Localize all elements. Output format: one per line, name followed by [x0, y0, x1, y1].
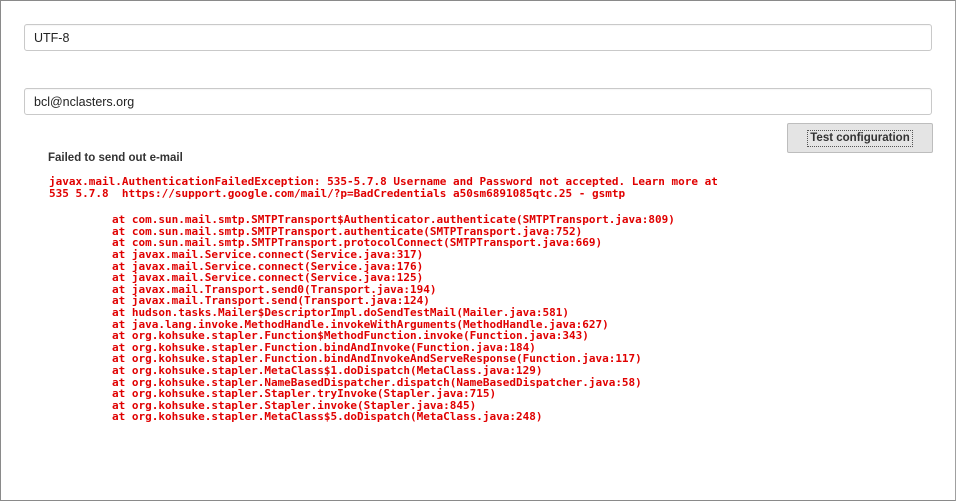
error-message-line: javax.mail.AuthenticationFailedException…: [49, 175, 718, 188]
charset-field[interactable]: [24, 24, 932, 51]
stack-frame-line: at org.kohsuke.stapler.MetaClass$1.doDis…: [112, 363, 543, 377]
error-message-line: 535 5.7.8 https://support.google.com/mai…: [49, 186, 626, 200]
stack-trace: javax.mail.AuthenticationFailedException…: [49, 176, 718, 423]
error-heading: Failed to send out e-mail: [48, 152, 183, 164]
stack-frame-line: at org.kohsuke.stapler.Function$MethodFu…: [112, 329, 589, 343]
stack-frame-line: at org.kohsuke.stapler.Stapler.tryInvoke…: [112, 387, 497, 401]
test-recipient-email-field[interactable]: [24, 88, 932, 115]
stack-frame-line: at org.kohsuke.stapler.MetaClass$5.doDis…: [112, 410, 543, 424]
trace-spacer: [49, 199, 718, 214]
test-configuration-button-label: Test configuration: [807, 129, 913, 147]
stack-frame-line: at hudson.tasks.Mailer$DescriptorImpl.do…: [112, 305, 569, 319]
stack-frame-line: at javax.mail.Service.connect(Service.ja…: [112, 271, 424, 285]
stack-frame-line: at javax.mail.Service.connect(Service.ja…: [112, 247, 424, 261]
test-configuration-button[interactable]: Test configuration: [787, 123, 933, 153]
